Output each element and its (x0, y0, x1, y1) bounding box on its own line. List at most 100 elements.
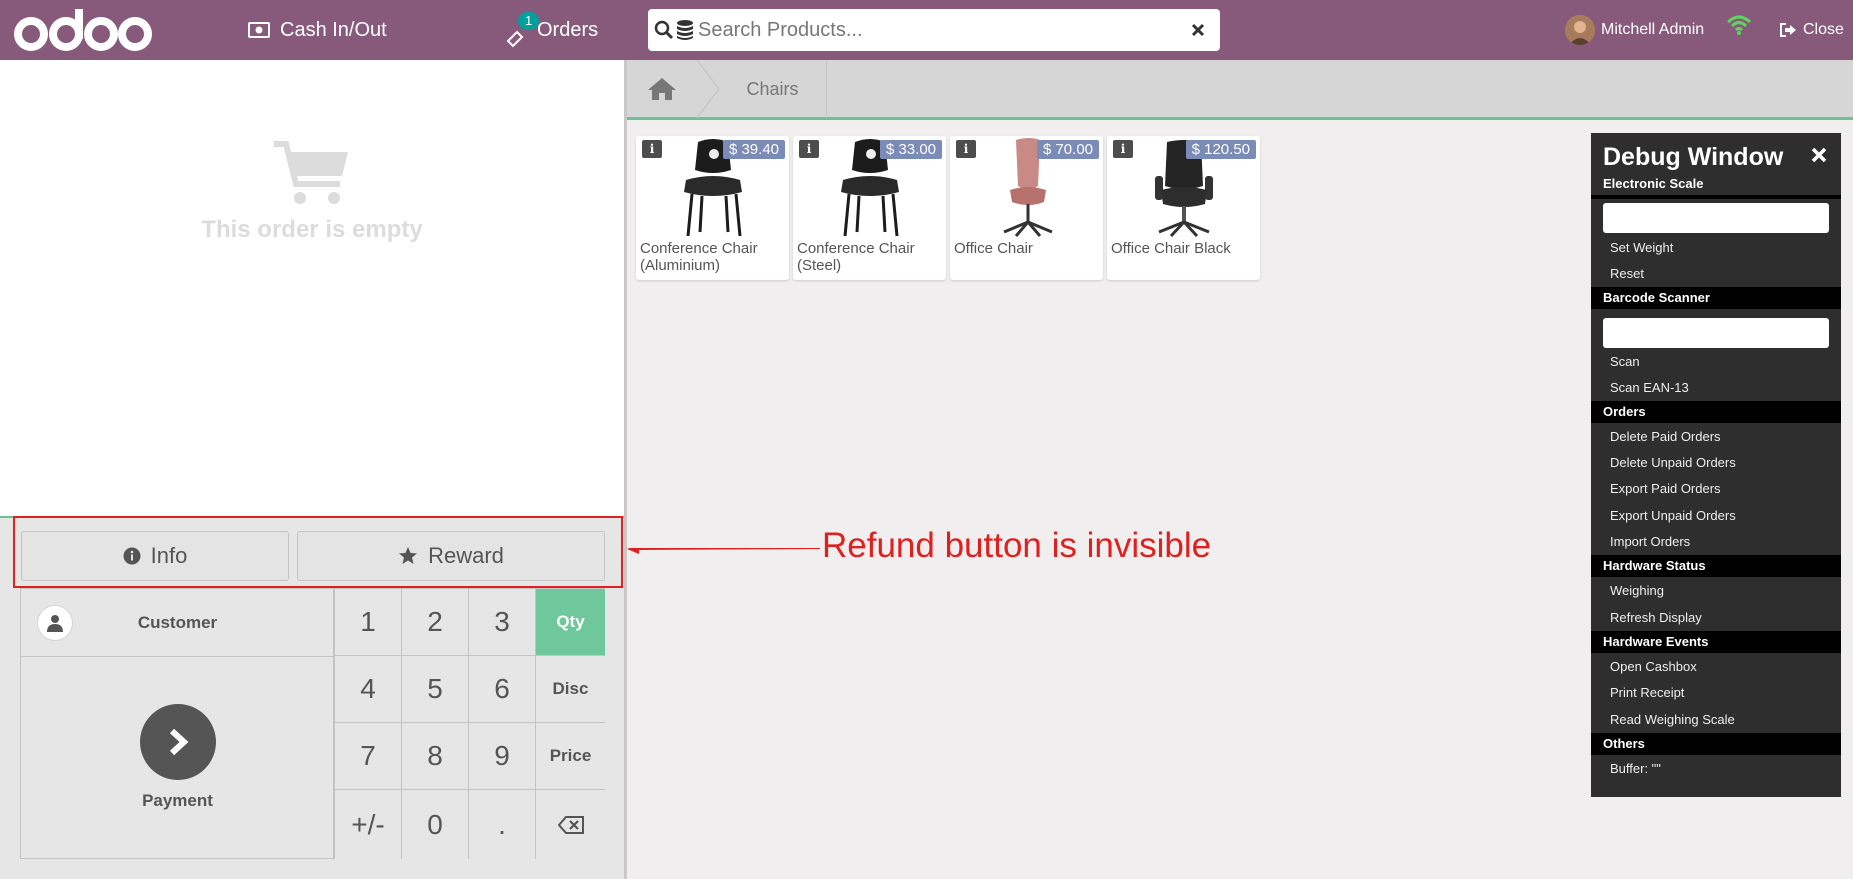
disc-mode-button[interactable]: Disc (535, 656, 605, 723)
open-cashbox-link[interactable]: Open Cashbox (1610, 659, 1697, 674)
section-others: Others (1591, 733, 1841, 755)
weighing-link[interactable]: Weighing (1610, 583, 1664, 598)
wifi-icon (1726, 15, 1752, 35)
numpad-key-6[interactable]: 6 (468, 656, 535, 723)
user-menu[interactable]: Mitchell Admin (1565, 0, 1704, 60)
product-price: $ 33.00 (879, 140, 942, 159)
annotation-highlight-box (13, 516, 623, 588)
search-box (648, 9, 1220, 51)
product-info-icon[interactable]: i (799, 140, 819, 158)
close-label: Close (1803, 21, 1844, 38)
numpad-key-3[interactable]: 3 (468, 589, 535, 656)
empty-order-text: This order is empty (201, 216, 423, 243)
product-name: Conference Chair (Aluminium) (640, 240, 758, 274)
product-price: $ 70.00 (1036, 140, 1099, 159)
weight-input[interactable] (1603, 203, 1829, 233)
product-name: Office Chair (954, 240, 1033, 257)
reset-link[interactable]: Reset (1610, 266, 1644, 281)
home-icon (648, 78, 676, 100)
numpad-key-decimal[interactable]: . (468, 790, 535, 859)
backspace-icon (557, 815, 584, 834)
orders-count-badge: 1 (518, 12, 540, 30)
scan-ean13-link[interactable]: Scan EAN-13 (1610, 380, 1689, 395)
close-pos-button[interactable]: Close (1779, 0, 1844, 60)
payment-button[interactable]: Payment (21, 657, 334, 860)
customer-button[interactable]: Customer (21, 589, 334, 657)
numpad-key-4[interactable]: 4 (334, 656, 401, 723)
numpad-key-2[interactable]: 2 (401, 589, 468, 656)
section-divider (1591, 195, 1841, 199)
buffer-value: Buffer: "" (1610, 761, 1661, 776)
print-receipt-link[interactable]: Print Receipt (1610, 685, 1684, 700)
product-price: $ 39.40 (722, 140, 785, 159)
section-orders: Orders (1591, 401, 1841, 423)
product-info-icon[interactable]: i (1113, 140, 1133, 158)
export-paid-orders-link[interactable]: Export Paid Orders (1610, 481, 1721, 496)
debug-window-title: Debug Window (1603, 143, 1784, 171)
debug-window: Debug Window Electronic Scale Set Weight… (1591, 133, 1841, 797)
close-icon (1191, 23, 1205, 37)
chevron-right-icon (140, 704, 216, 780)
odoo-logo (14, 9, 152, 51)
section-hardware-events: Hardware Events (1591, 631, 1841, 653)
product-info-icon[interactable]: i (956, 140, 976, 158)
product-price: $ 120.50 (1185, 140, 1256, 159)
close-icon (1811, 147, 1827, 163)
orders-button[interactable]: 1 Orders (505, 0, 598, 60)
numpad-key-0[interactable]: 0 (401, 790, 468, 859)
price-mode-button[interactable]: Price (535, 723, 605, 790)
product-card[interactable]: i $ 33.00 Conference Chair (Steel) (793, 136, 946, 280)
delete-unpaid-orders-link[interactable]: Delete Unpaid Orders (1610, 455, 1736, 470)
payment-label: Payment (142, 791, 213, 810)
breadcrumb: Chairs (627, 60, 1853, 120)
delete-paid-orders-link[interactable]: Delete Paid Orders (1610, 429, 1721, 444)
set-weight-link[interactable]: Set Weight (1610, 240, 1673, 255)
product-info-icon[interactable]: i (642, 140, 662, 158)
breadcrumb-separator (696, 60, 720, 118)
breadcrumb-chairs[interactable]: Chairs (719, 60, 827, 118)
shopping-cart-icon (274, 141, 348, 204)
product-name: Conference Chair (Steel) (797, 240, 915, 274)
empty-order: This order is empty (0, 140, 624, 244)
barcode-input[interactable] (1603, 318, 1829, 348)
scan-link[interactable]: Scan (1610, 354, 1640, 369)
annotation-arrow (627, 548, 821, 554)
numpad-area: Customer Payment 1 2 3 Qty 4 5 6 Disc 7 … (20, 588, 605, 860)
product-card[interactable]: i $ 39.40 Conference Chair (Aluminium) (636, 136, 789, 280)
section-barcode-scanner: Barcode Scanner (1591, 287, 1841, 309)
product-name: Office Chair Black (1111, 240, 1231, 257)
avatar (1565, 15, 1595, 45)
cash-in-out-button[interactable]: Cash In/Out (248, 0, 387, 60)
user-name: Mitchell Admin (1601, 21, 1705, 38)
refresh-display-link[interactable]: Refresh Display (1610, 610, 1702, 625)
numpad-key-7[interactable]: 7 (334, 723, 401, 790)
debug-close-button[interactable] (1811, 143, 1827, 169)
read-weighing-scale-link[interactable]: Read Weighing Scale (1610, 712, 1735, 727)
money-icon (248, 22, 270, 38)
numpad-key-1[interactable]: 1 (334, 589, 401, 656)
database-icon (677, 20, 693, 40)
section-hardware-status: Hardware Status (1591, 555, 1841, 577)
search-input[interactable] (698, 9, 1176, 51)
product-card[interactable]: i $ 70.00 Office Chair (950, 136, 1103, 280)
export-unpaid-orders-link[interactable]: Export Unpaid Orders (1610, 508, 1736, 523)
ticket-icon (506, 30, 524, 48)
clear-search-button[interactable] (1176, 9, 1220, 51)
numpad-key-plus-minus[interactable]: +/- (334, 790, 401, 859)
breadcrumb-home-button[interactable] (627, 60, 697, 118)
cash-in-out-label: Cash In/Out (280, 18, 387, 41)
section-electronic-scale: Electronic Scale (1603, 176, 1704, 191)
qty-mode-button[interactable]: Qty (535, 589, 605, 656)
sign-out-icon (1780, 23, 1796, 37)
top-bar: Cash In/Out 1 Orders Search Products... … (0, 0, 1853, 60)
numpad-key-9[interactable]: 9 (468, 723, 535, 790)
backspace-button[interactable] (535, 790, 605, 859)
search-icon (654, 20, 674, 40)
orders-label: Orders (537, 18, 599, 41)
numpad-key-5[interactable]: 5 (401, 656, 468, 723)
product-card[interactable]: i $ 120.50 Office Chair Black (1107, 136, 1260, 280)
numpad-key-8[interactable]: 8 (401, 723, 468, 790)
import-orders-link[interactable]: Import Orders (1610, 534, 1690, 549)
customer-label: Customer (137, 612, 218, 632)
annotation-text: Refund button is invisible (822, 526, 1212, 565)
